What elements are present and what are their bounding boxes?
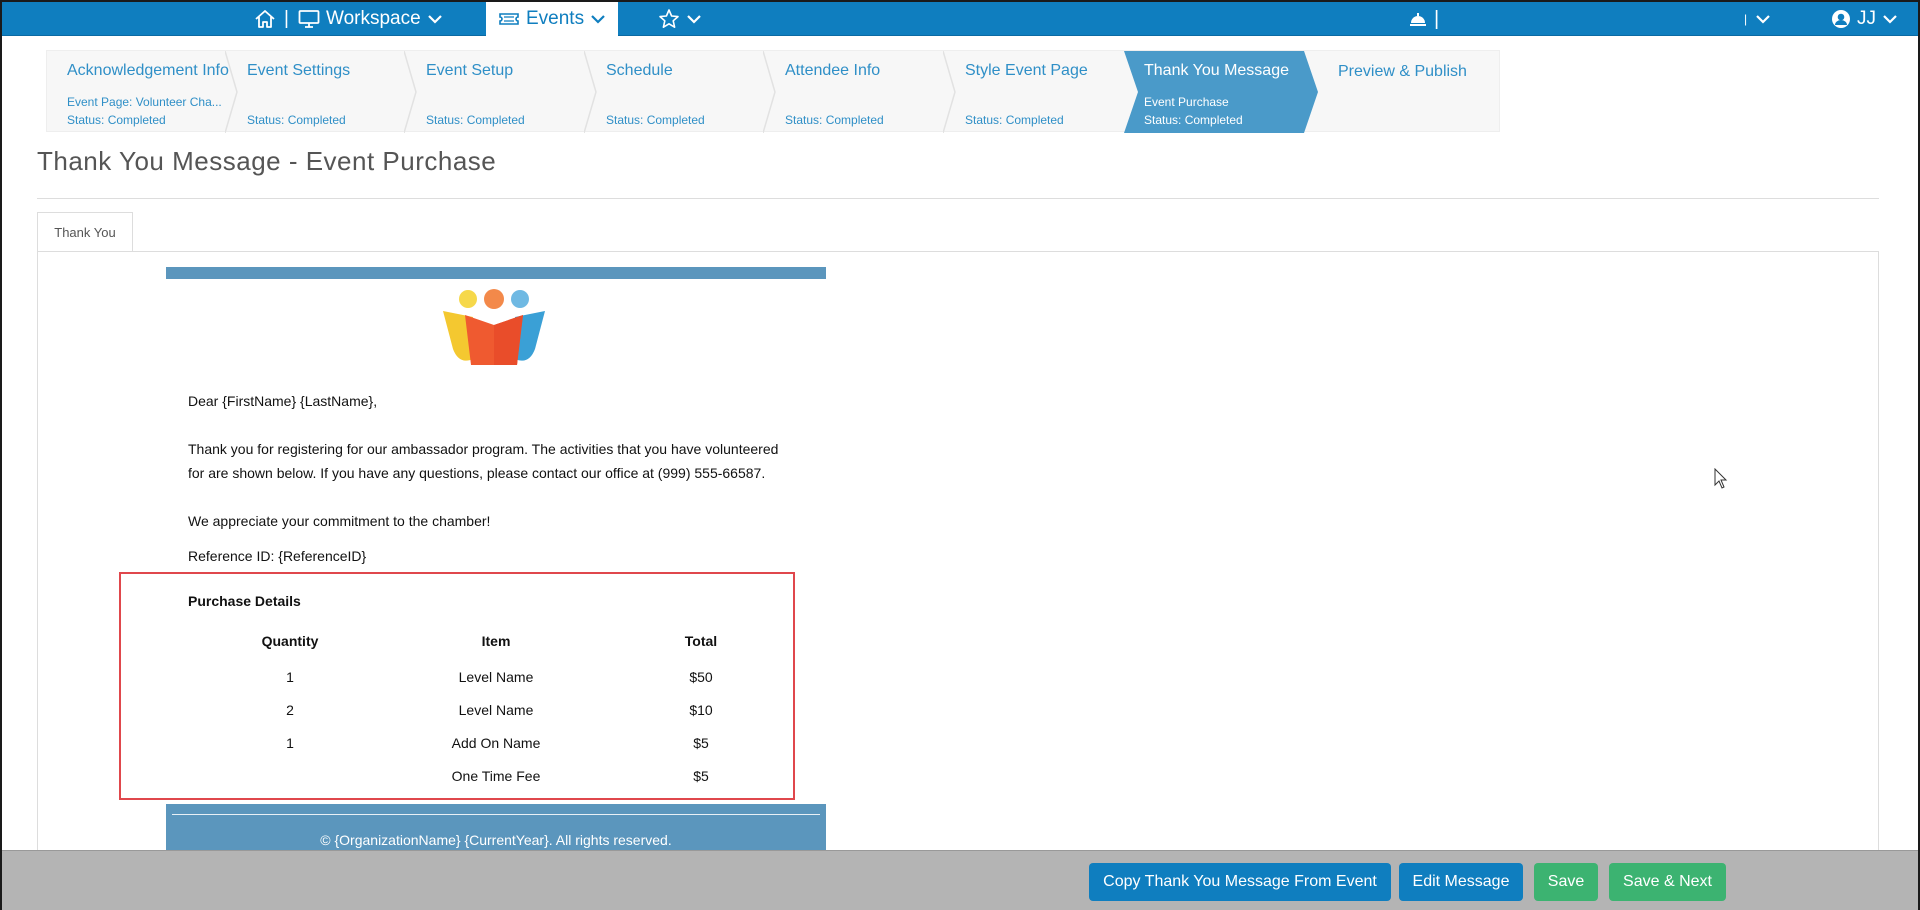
step-page-name: Event Purchase (1144, 95, 1229, 109)
table-cell-total: $10 (689, 702, 713, 718)
home-icon (255, 10, 275, 28)
people-logo-icon (443, 289, 545, 365)
user-menu[interactable]: JJ (1831, 2, 1898, 36)
step-thank-you-message[interactable]: Thank You Message Event Purchase Status:… (1124, 51, 1318, 133)
email-appreciation: We appreciate your commitment to the cha… (188, 513, 491, 529)
step-title: Preview & Publish (1338, 63, 1467, 80)
nav-separator: | (284, 8, 289, 29)
chevron-down-icon (1756, 15, 1770, 24)
step-status: Status: Completed (965, 113, 1064, 127)
step-event-setup[interactable]: Event Setup Status: Completed (406, 51, 597, 133)
column-header-total: Total (684, 633, 718, 649)
page-title: Thank You Message - Event Purchase (37, 146, 497, 176)
step-status: Status: Completed (426, 113, 525, 127)
step-status: Status: Completed (606, 113, 705, 127)
table-cell-item: One Time Fee (451, 768, 541, 784)
table-cell-item: Level Name (458, 702, 534, 718)
step-event-settings[interactable]: Event Settings Status: Completed (227, 51, 417, 133)
table-cell-item: Level Name (458, 669, 534, 685)
table-cell-quantity: 1 (286, 669, 294, 685)
monitor-icon (298, 10, 320, 28)
email-reference-id: Reference ID: {ReferenceID} (188, 548, 367, 564)
table-cell-item: Add On Name (451, 735, 541, 751)
table-cell-total: $50 (689, 669, 713, 685)
footer-copyright: © {OrganizationName} {CurrentYear}. All … (320, 832, 672, 848)
step-status: Status: Completed (1144, 113, 1243, 127)
table-cell-total: $5 (693, 768, 709, 784)
nav-separator: | (1434, 7, 1440, 30)
step-status: Status: Completed (247, 113, 346, 127)
email-body-line-1: Thank you for registering for our ambass… (188, 441, 779, 457)
email-footer-band: © {OrganizationName} {CurrentYear}. All … (166, 804, 826, 852)
column-header-quantity: Quantity (261, 633, 319, 649)
step-title: Acknowledgement Info (67, 62, 229, 79)
chevron-down-icon (427, 15, 442, 24)
copy-thank-you-message-button[interactable]: Copy Thank You Message From Event (1089, 863, 1391, 901)
email-body-line-2: for are shown below. If you have any que… (188, 465, 766, 481)
step-acknowledgement-info[interactable]: Acknowledgement Info Event Page: Volunte… (47, 51, 238, 133)
step-status: Status: Completed (67, 113, 166, 127)
save-and-next-button[interactable]: Save & Next (1609, 863, 1726, 901)
table-cell-total: $5 (693, 735, 709, 751)
chevron-down-icon (687, 15, 701, 24)
step-schedule[interactable]: Schedule Status: Completed (586, 51, 776, 133)
step-status: Status: Completed (785, 113, 884, 127)
table-cell-quantity: 1 (286, 735, 294, 751)
mouse-cursor-icon (1714, 468, 1728, 489)
user-avatar-icon (1832, 10, 1850, 28)
action-bar: Copy Thank You Message From Event Edit M… (2, 850, 1918, 910)
email-greeting: Dear {FirstName} {LastName}, (188, 393, 378, 409)
chevron-down-icon (1883, 15, 1897, 24)
step-style-event-page[interactable]: Style Event Page Status: Completed (945, 51, 1124, 133)
step-title: Style Event Page (965, 62, 1088, 79)
divider-mark: | (1744, 12, 1748, 26)
step-title: Schedule (606, 62, 673, 79)
step-preview-publish[interactable]: Preview & Publish (1318, 51, 1498, 133)
notifications-button[interactable]: | (1408, 2, 1439, 36)
top-navigation-bar: | Workspace Events | | JJ (2, 2, 1918, 36)
step-title: Event Settings (247, 62, 351, 79)
home-button[interactable] (254, 2, 276, 36)
wizard-steps: Acknowledgement Info Event Page: Volunte… (46, 50, 1500, 133)
purchase-details-title: Purchase Details (188, 593, 301, 609)
email-header-band (166, 267, 826, 279)
tab-thank-you[interactable]: Thank You (37, 212, 133, 252)
ticket-icon (499, 13, 519, 25)
table-cell-quantity: 2 (286, 702, 294, 718)
step-title: Event Setup (426, 62, 514, 79)
user-initials: JJ (1857, 8, 1876, 29)
events-label: Events (526, 8, 585, 29)
step-page-name: Event Page: Volunteer Cha... (67, 95, 222, 109)
step-attendee-info[interactable]: Attendee Info Status: Completed (765, 51, 956, 133)
events-menu[interactable]: Events (486, 2, 619, 36)
title-divider (37, 198, 1879, 199)
workspace-menu[interactable]: Workspace (298, 2, 443, 36)
column-header-item: Item (481, 633, 511, 649)
favorites-menu[interactable] (658, 2, 702, 36)
dropdown-toggle[interactable] (1755, 2, 1771, 36)
bell-icon (1410, 13, 1426, 26)
chevron-down-icon (591, 15, 605, 24)
step-title: Attendee Info (785, 62, 881, 79)
save-button[interactable]: Save (1534, 863, 1598, 901)
edit-message-button[interactable]: Edit Message (1399, 863, 1523, 901)
footer-rule (172, 814, 820, 815)
star-icon (659, 9, 679, 28)
step-title: Thank You Message (1144, 62, 1289, 79)
workspace-label: Workspace (326, 8, 421, 29)
